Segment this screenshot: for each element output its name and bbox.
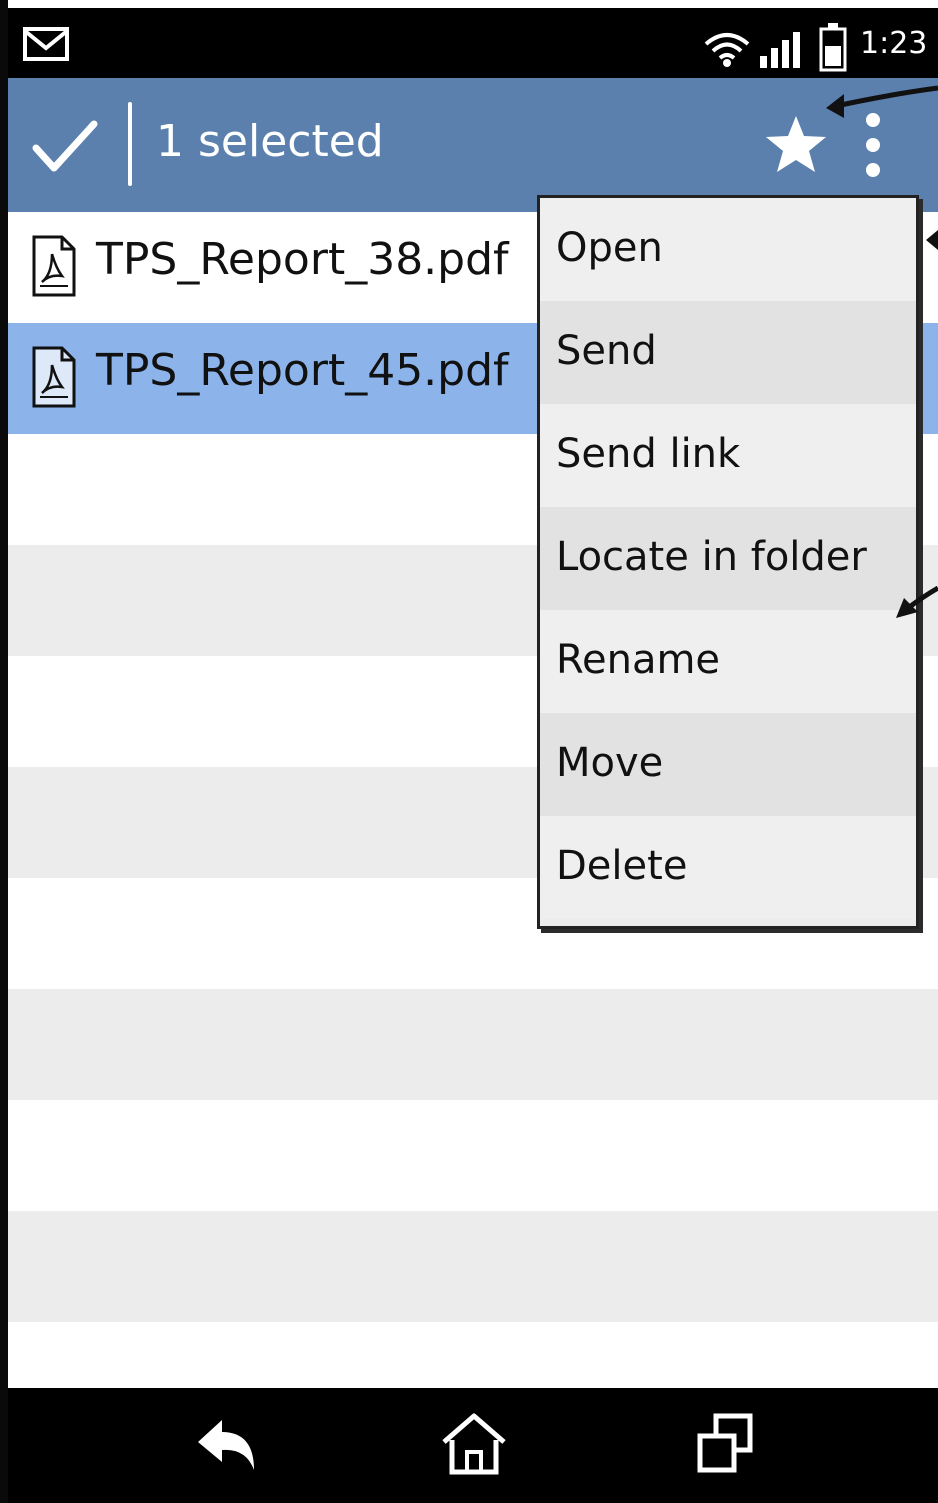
menu-item-rename[interactable]: Rename	[540, 610, 916, 713]
overflow-menu-icon[interactable]	[860, 112, 886, 178]
wifi-icon	[704, 33, 750, 67]
menu-item-open[interactable]: Open	[540, 198, 916, 301]
file-name: TPS_Report_45.pdf	[96, 345, 509, 396]
annotation-arrow-icon	[896, 585, 938, 618]
menu-item-send-link[interactable]: Send link	[540, 404, 916, 507]
pdf-icon	[32, 235, 76, 297]
menu-item-move[interactable]: Move	[540, 713, 916, 816]
empty-row	[8, 1211, 938, 1322]
battery-icon	[819, 23, 847, 72]
signal-icon	[760, 32, 800, 68]
selection-count-title: 1 selected	[156, 116, 384, 167]
annotation-arrow-icon	[826, 85, 938, 118]
recent-apps-icon[interactable]	[692, 1412, 764, 1476]
mail-icon	[23, 27, 69, 61]
menu-item-send[interactable]: Send	[540, 301, 916, 404]
status-bar: 1:23	[8, 8, 938, 78]
empty-row	[8, 989, 938, 1100]
status-time: 1:23	[860, 26, 928, 61]
empty-row	[8, 1100, 938, 1211]
contextual-action-bar: 1 selected	[8, 78, 938, 212]
action-bar-divider	[128, 102, 132, 186]
pdf-icon	[32, 346, 76, 408]
home-icon[interactable]	[438, 1412, 510, 1476]
device-frame	[0, 0, 8, 1503]
file-name: TPS_Report_38.pdf	[96, 234, 509, 285]
overflow-menu: Open Send Send link Locate in folder Ren…	[537, 195, 919, 929]
star-icon[interactable]	[764, 114, 828, 174]
empty-row	[8, 1322, 938, 1388]
menu-item-delete[interactable]: Delete	[540, 816, 916, 919]
check-icon[interactable]	[32, 118, 98, 174]
navigation-bar	[8, 1388, 938, 1503]
annotation-arrow-icon	[926, 230, 938, 250]
menu-item-locate-in-folder[interactable]: Locate in folder	[540, 507, 916, 610]
back-icon[interactable]	[194, 1412, 266, 1476]
